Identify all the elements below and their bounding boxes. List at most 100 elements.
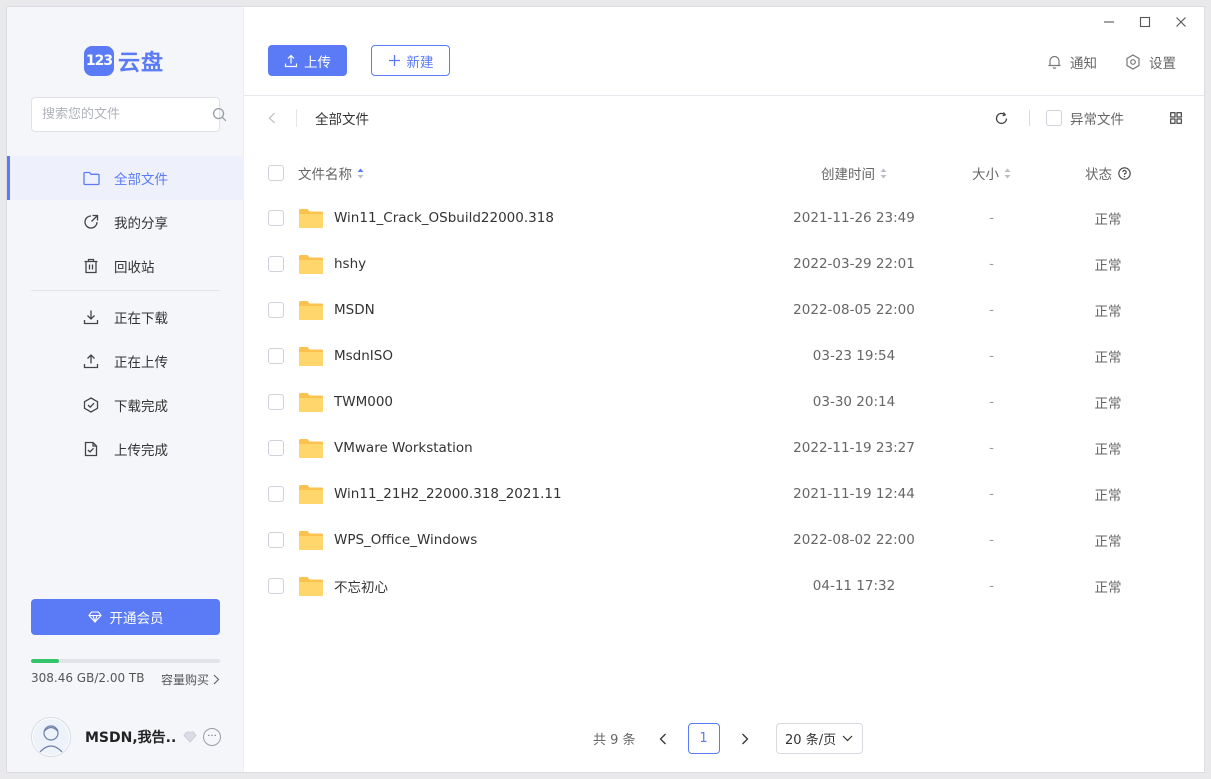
file-status: 正常 [1094, 304, 1122, 320]
open-vip-button[interactable]: 开通会员 [31, 599, 220, 635]
sidebar-item-my-share[interactable]: 我的分享 [7, 200, 244, 244]
more-options-icon[interactable]: ··· [203, 728, 221, 746]
row-checkbox[interactable] [268, 348, 284, 364]
avatar[interactable] [31, 717, 71, 757]
column-header-time[interactable]: 创建时间 [759, 163, 949, 183]
sort-icon[interactable] [357, 168, 364, 179]
search-icon[interactable] [212, 107, 227, 122]
file-name[interactable]: 不忘初心 [334, 576, 388, 596]
file-size: - [989, 394, 994, 410]
chevron-down-icon [842, 735, 853, 742]
file-size: - [989, 440, 994, 456]
table-row[interactable]: MsdnISO 03-23 19:54 - 正常 [268, 333, 1182, 379]
column-header-name[interactable]: 文件名称 [298, 163, 759, 183]
row-checkbox[interactable] [268, 486, 284, 502]
table-body: Win11_Crack_OSbuild22000.318 2021-11-26 2… [268, 195, 1182, 609]
row-checkbox[interactable] [268, 256, 284, 272]
refresh-icon[interactable] [994, 111, 1009, 126]
search-input[interactable] [42, 107, 212, 122]
abnormal-files-label: 异常文件 [1070, 112, 1124, 128]
folder-icon [82, 169, 100, 187]
sort-icon[interactable] [880, 168, 887, 179]
breadcrumb-separator [296, 109, 297, 127]
sidebar-item-download-complete[interactable]: 下载完成 [7, 383, 244, 427]
main-panel: 上传 新建 通知 设置 全部文件 异常文件 文件名称 创建时间 大小 状态 Wi… [244, 7, 1204, 772]
sidebar-item-upload-complete[interactable]: 上传完成 [7, 427, 244, 471]
abnormal-files-checkbox[interactable] [1046, 110, 1062, 126]
diamond-icon [87, 611, 102, 623]
upload-icon [82, 352, 100, 370]
new-button[interactable]: 新建 [371, 45, 450, 76]
header-divider [244, 95, 1204, 96]
select-all-checkbox[interactable] [268, 165, 284, 181]
row-checkbox[interactable] [268, 210, 284, 226]
table-row[interactable]: TWM000 03-30 20:14 - 正常 [268, 379, 1182, 425]
user-name: MSDN,我告... [85, 730, 177, 746]
table-row[interactable]: MSDN 2022-08-05 22:00 - 正常 [268, 287, 1182, 333]
file-name[interactable]: MsdnISO [334, 348, 393, 364]
row-checkbox[interactable] [268, 578, 284, 594]
row-checkbox[interactable] [268, 302, 284, 318]
folder-icon [298, 484, 324, 505]
file-name[interactable]: Win11_Crack_OSbuild22000.318 [334, 210, 554, 226]
download-icon [82, 308, 100, 326]
row-checkbox[interactable] [268, 532, 284, 548]
breadcrumb[interactable]: 全部文件 [315, 108, 369, 128]
grid-view-icon[interactable] [1170, 112, 1182, 124]
table-row[interactable]: VMware Workstation 2022-11-19 23:27 - 正常 [268, 425, 1182, 471]
file-status: 正常 [1094, 258, 1122, 274]
trash-icon [82, 257, 100, 275]
sidebar-item-all-files[interactable]: 全部文件 [7, 156, 244, 200]
buy-storage-link[interactable]: 容量购买 [161, 671, 220, 688]
file-size: - [989, 302, 994, 318]
table-row[interactable]: WPS_Office_Windows 2022-08-02 22:00 - 正常 [268, 517, 1182, 563]
vip-diamond-icon [183, 731, 197, 743]
prev-page-icon[interactable] [652, 733, 674, 745]
file-name[interactable]: TWM000 [334, 394, 393, 410]
column-header-size[interactable]: 大小 [949, 163, 1034, 183]
page-number[interactable]: 1 [687, 723, 720, 754]
logo-text: 云盘 [118, 51, 165, 76]
row-checkbox[interactable] [268, 440, 284, 456]
file-name[interactable]: MSDN [334, 302, 375, 318]
search-box[interactable] [31, 97, 227, 132]
table-row[interactable]: hshy 2022-03-29 22:01 - 正常 [268, 241, 1182, 287]
sidebar-item-downloading[interactable]: 正在下载 [7, 295, 244, 339]
file-status: 正常 [1094, 534, 1122, 550]
sidebar-item-uploading[interactable]: 正在上传 [7, 339, 244, 383]
back-arrow-icon[interactable] [268, 112, 282, 124]
folder-icon [298, 576, 324, 597]
file-size: - [989, 348, 994, 364]
file-created-time: 2022-08-05 22:00 [793, 302, 915, 318]
file-name[interactable]: WPS_Office_Windows [334, 532, 477, 548]
file-name[interactable]: Win11_21H2_22000.318_2021.11 [334, 486, 562, 502]
app-logo: 123 云盘 [84, 45, 164, 77]
sidebar-item-recycle-bin[interactable]: 回收站 [7, 244, 244, 288]
upload-button[interactable]: 上传 [268, 45, 347, 76]
help-icon[interactable] [1118, 166, 1131, 180]
notifications-label: 通知 [1070, 56, 1097, 72]
page-size-select[interactable]: 20 条/页 [775, 723, 863, 754]
upload-label: 上传 [304, 54, 331, 71]
table-row[interactable]: Win11_21H2_22000.318_2021.11 2021-11-19 1… [268, 471, 1182, 517]
sort-icon[interactable] [1004, 168, 1011, 179]
file-table: 文件名称 创建时间 大小 状态 Win11_Crack_OSbuild22000… [268, 151, 1182, 609]
file-name[interactable]: hshy [334, 256, 366, 272]
settings-button[interactable]: 设置 [1125, 52, 1176, 72]
user-profile: MSDN,我告... ··· [31, 715, 226, 759]
sidebar-item-label: 下载完成 [114, 399, 168, 415]
top-actions: 通知 设置 [1047, 52, 1176, 72]
row-checkbox[interactable] [268, 394, 284, 410]
table-row[interactable]: Win11_Crack_OSbuild22000.318 2021-11-26 2… [268, 195, 1182, 241]
folder-icon [298, 392, 324, 413]
open-vip-label: 开通会员 [109, 611, 164, 627]
maximize-icon[interactable] [1136, 13, 1154, 31]
file-name[interactable]: VMware Workstation [334, 440, 473, 456]
sidebar: 123 云盘 全部文件 我的分享 [7, 7, 244, 772]
next-page-icon[interactable] [734, 733, 756, 745]
folder-icon [298, 208, 324, 229]
close-icon[interactable] [1172, 13, 1190, 31]
minimize-icon[interactable] [1100, 13, 1118, 31]
table-row[interactable]: 不忘初心 04-11 17:32 - 正常 [268, 563, 1182, 609]
notifications-button[interactable]: 通知 [1047, 52, 1097, 72]
